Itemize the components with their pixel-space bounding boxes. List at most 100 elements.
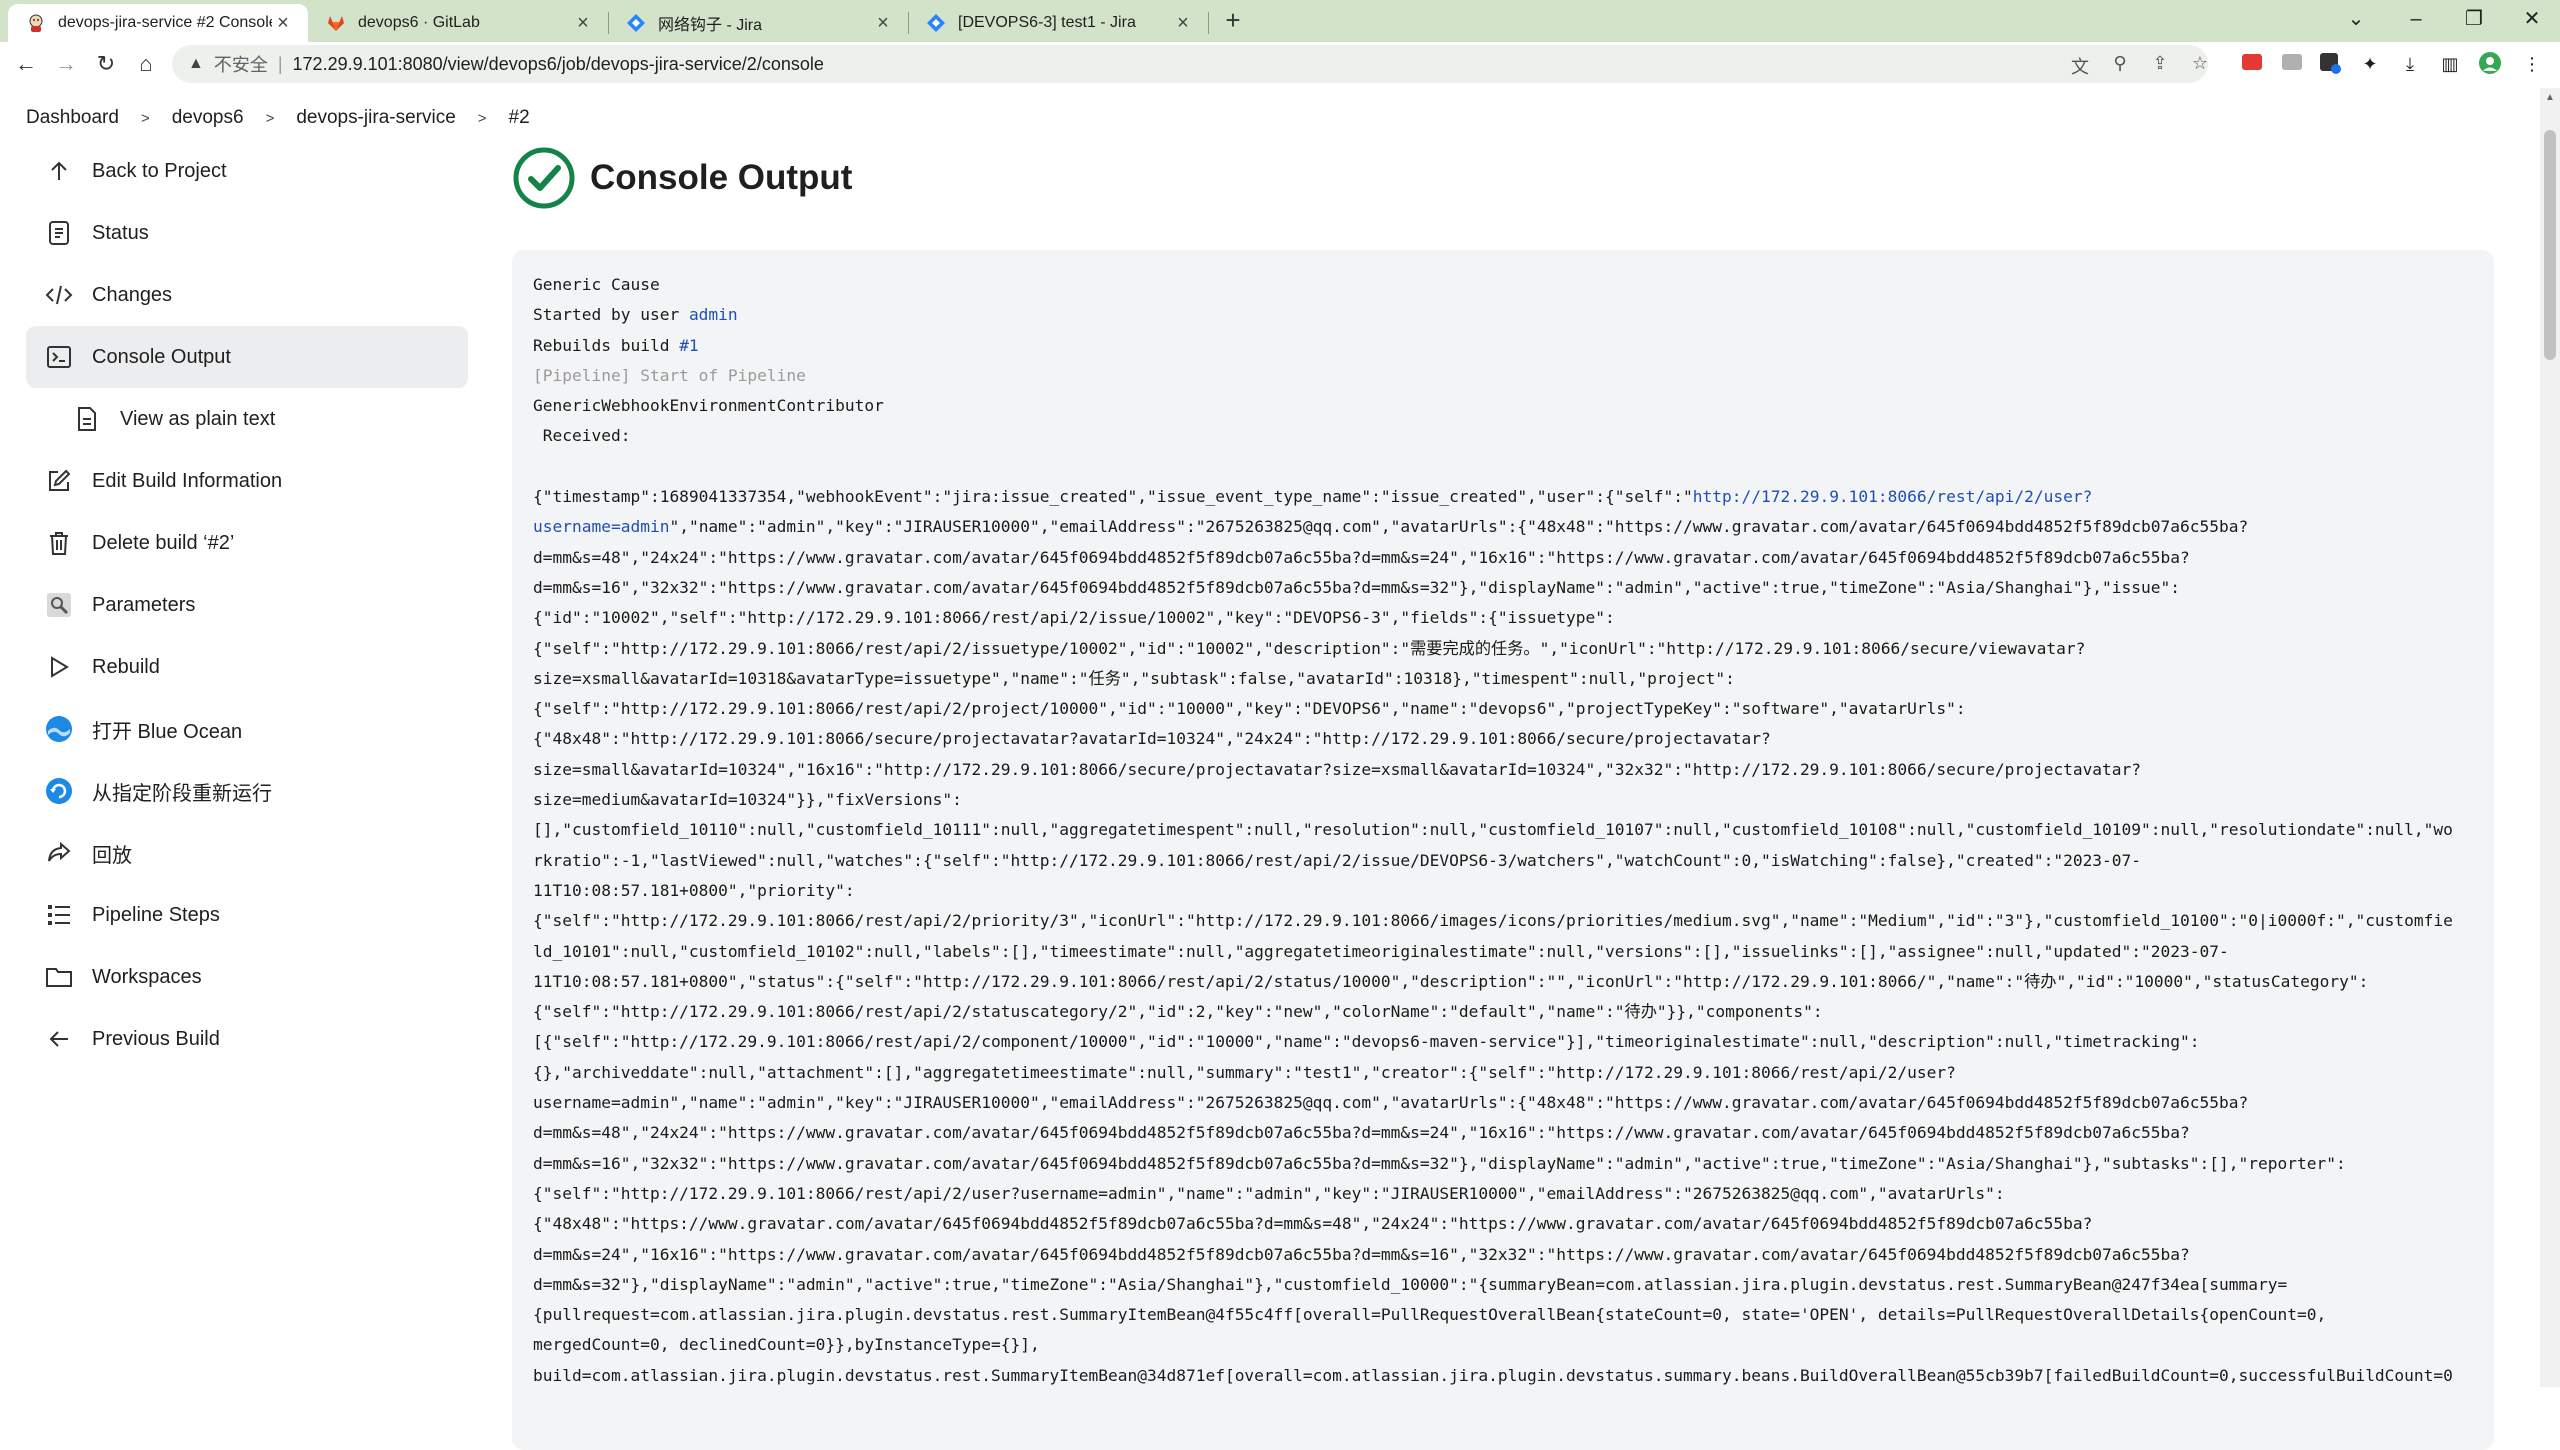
sidebar-item-blue-ocean[interactable]: 打开 Blue Ocean (26, 698, 468, 760)
sidebar-item-changes[interactable]: Changes (26, 264, 468, 326)
play-icon (44, 652, 74, 682)
reload-icon[interactable]: ↻ (90, 48, 122, 80)
sidebar-item-edit-build-information[interactable]: Edit Build Information (26, 450, 468, 512)
sidebar-item-console-output[interactable]: Console Output (26, 326, 468, 388)
edit-icon (44, 466, 74, 496)
back-icon[interactable]: ← (10, 48, 42, 80)
extensions-puzzle-icon[interactable]: ✦ (2358, 52, 2382, 76)
scrollbar-thumb[interactable] (2544, 130, 2556, 360)
arrow-up-icon (44, 156, 74, 186)
console-output-panel: Generic Cause Started by user admin Rebu… (512, 250, 2494, 1450)
restore-icon[interactable]: ❐ (2446, 0, 2502, 40)
bookmark-star-icon[interactable]: ☆ (2188, 53, 2212, 74)
page-scrollbar[interactable]: ▲ (2540, 88, 2560, 1387)
folder-icon (44, 962, 74, 992)
page-heading: Console Output (512, 146, 852, 210)
sidebar-item-label: View as plain text (120, 407, 276, 430)
browser-tab-strip: devops-jira-service #2 Console Output [J… (0, 0, 2560, 42)
close-tab-icon[interactable]: × (272, 12, 294, 35)
sidebar-item-label: 回放 (92, 844, 132, 867)
breadcrumb-build[interactable]: #2 (509, 107, 530, 129)
terminal-icon (44, 342, 74, 372)
close-tab-icon[interactable]: × (1172, 12, 1194, 35)
close-tab-icon[interactable]: × (572, 12, 594, 35)
chevron-right-icon: > (140, 109, 150, 127)
sidebar-item-replay[interactable]: 回放 (26, 822, 468, 884)
sidebar-item-label: Console Output (92, 345, 231, 368)
replay-icon (44, 838, 74, 868)
pipeline-steps-icon (44, 900, 74, 930)
breadcrumb: Dashboard > devops6 > devops-jira-servic… (0, 88, 2540, 148)
home-icon[interactable]: ⌂ (130, 48, 162, 80)
sidebar-item-delete-build[interactable]: Delete build ‘#2’ (26, 512, 468, 574)
document-icon (44, 218, 74, 248)
share-icon[interactable]: ⇪ (2148, 53, 2172, 74)
menu-kebab-icon[interactable]: ⋮ (2520, 52, 2544, 76)
url-text[interactable]: 172.29.9.101:8080/view/devops6/job/devop… (293, 54, 824, 75)
console-text: Generic Cause Started by user admin Rebu… (533, 275, 2453, 1385)
sidebar-item-workspaces[interactable]: Workspaces (26, 946, 468, 1008)
arrow-left-icon (44, 1024, 74, 1054)
scroll-up-arrow-icon[interactable]: ▲ (2540, 92, 2560, 103)
sidebar-item-view-plain-text[interactable]: View as plain text (26, 388, 468, 450)
translate-icon[interactable]: ⽂ (2068, 53, 2092, 79)
gitlab-icon (326, 13, 346, 33)
side-panel: Back to Project Status Changes Console O… (26, 140, 468, 1070)
tab-jira-webhook[interactable]: 网络钩子 - Jira × (608, 4, 908, 42)
sidebar-item-label: Back to Project (92, 159, 227, 182)
profile-avatar-icon[interactable] (2478, 52, 2502, 76)
extension-badge-icon[interactable] (2318, 52, 2342, 76)
forward-icon[interactable]: → (50, 48, 82, 80)
sidebar-item-rebuild[interactable]: Rebuild (26, 636, 468, 698)
sidebar-item-status[interactable]: Status (26, 202, 468, 264)
minimize-icon[interactable]: – (2388, 0, 2444, 40)
breadcrumb-dashboard[interactable]: Dashboard (26, 107, 119, 129)
warning-icon[interactable]: ▲ (188, 55, 204, 73)
extension-gray-icon[interactable] (2280, 52, 2304, 76)
chevron-right-icon: > (265, 109, 275, 127)
sidebar-item-label: 打开 Blue Ocean (92, 720, 243, 743)
browser-toolbar: ← → ↻ ⌂ ▲ 不安全 | 172.29.9.101:8080/view/d… (0, 42, 2560, 87)
sidebar-item-pipeline-steps[interactable]: Pipeline Steps (26, 884, 468, 946)
rebuild-build-link[interactable]: #1 (679, 336, 699, 355)
blue-ocean-icon (44, 714, 74, 744)
sidebar-item-label: 从指定阶段重新运行 (92, 782, 272, 805)
zoom-icon[interactable]: ⚲ (2108, 53, 2132, 74)
tab-title: devops-jira-service #2 Console Output [J… (58, 14, 272, 31)
sidebar-item-label: Changes (92, 283, 173, 306)
sidebar-item-label: Edit Build Information (92, 469, 283, 492)
breadcrumb-job[interactable]: devops-jira-service (296, 107, 455, 129)
tab-search-chevron-icon[interactable]: ⌄ (2328, 0, 2384, 40)
breadcrumb-view[interactable]: devops6 (172, 107, 244, 129)
sidebar-item-label: Status (92, 221, 149, 244)
address-bar[interactable]: ▲ 不安全 | 172.29.9.101:8080/view/devops6/j… (172, 45, 2208, 83)
sidebar-item-restart-from-stage[interactable]: 从指定阶段重新运行 (26, 760, 468, 822)
sidebar-item-label: Previous Build (92, 1027, 220, 1050)
user-admin-link[interactable]: admin (689, 305, 738, 324)
download-icon[interactable]: ⤓ (2398, 52, 2422, 76)
extension-red-icon[interactable] (2240, 52, 2264, 76)
tab-jenkins-console[interactable]: devops-jira-service #2 Console Output [J… (8, 4, 308, 42)
page-title: Console Output (590, 158, 853, 197)
close-tab-icon[interactable]: × (872, 12, 894, 35)
file-icon (72, 404, 102, 434)
chevron-right-icon: > (477, 109, 487, 127)
sidebar-item-label: Workspaces (92, 965, 202, 988)
new-tab-icon[interactable]: + (1218, 6, 1248, 36)
tab-title: devops6 · GitLab (358, 14, 480, 31)
sidebar-item-label: Rebuild (92, 655, 160, 678)
sidebar-item-back-to-project[interactable]: Back to Project (26, 140, 468, 202)
sidebar-item-previous-build[interactable]: Previous Build (26, 1008, 468, 1070)
jenkins-icon (26, 13, 46, 33)
close-window-icon[interactable]: ✕ (2504, 0, 2560, 40)
jira-icon (626, 13, 646, 33)
payload-user-link-cont[interactable]: username=admin (533, 517, 669, 536)
sidebar-item-label: Delete build ‘#2’ (92, 531, 235, 554)
sidebar-item-label: Pipeline Steps (92, 903, 220, 926)
tab-jira-issue[interactable]: [DEVOPS6-3] test1 - Jira × (908, 4, 1208, 42)
sidebar-item-parameters[interactable]: Parameters (26, 574, 468, 636)
success-check-icon (513, 147, 575, 209)
payload-user-link[interactable]: http://172.29.9.101:8066/rest/api/2/user… (1693, 487, 2093, 506)
side-panel-icon[interactable]: ▥ (2438, 52, 2462, 76)
tab-gitlab[interactable]: devops6 · GitLab × (308, 4, 608, 42)
